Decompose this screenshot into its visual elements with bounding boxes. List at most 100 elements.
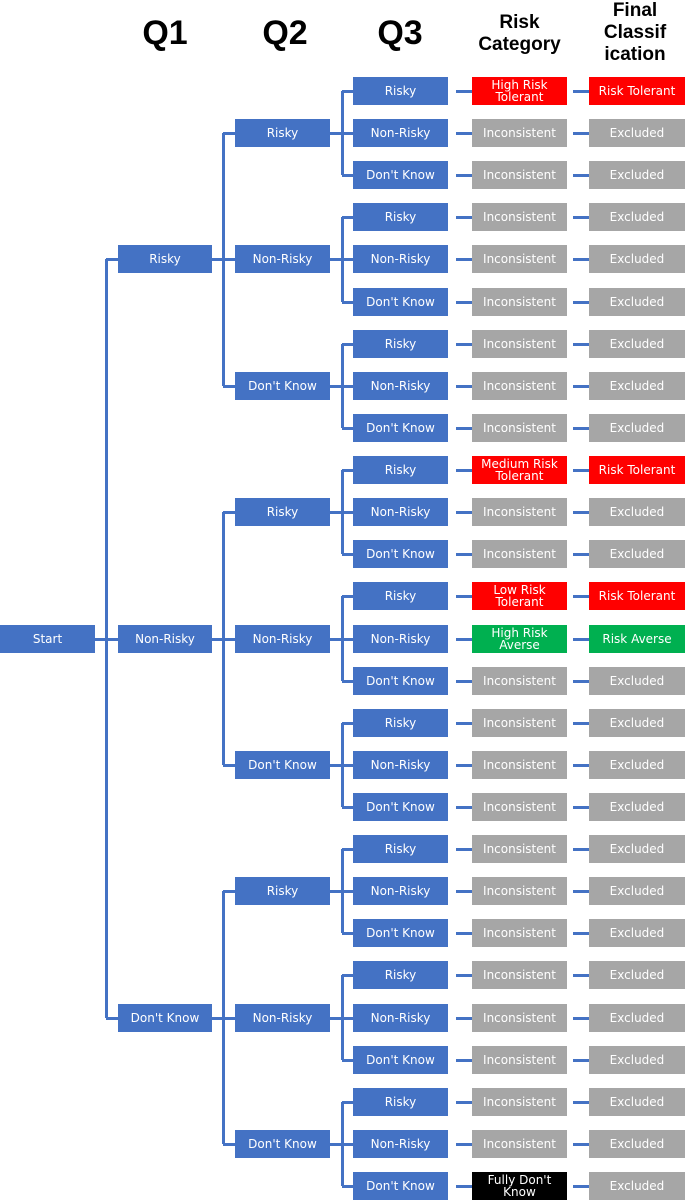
q3-risk-connector (456, 637, 472, 641)
q2-node-risky: Risky (235, 877, 330, 906)
q3-branch-connector (342, 174, 353, 178)
q3-branch-connector (342, 932, 353, 936)
q3-branch-connector (342, 132, 353, 136)
q3-risk-connector (456, 1100, 472, 1104)
risk-final-connector (573, 258, 589, 262)
q3-branch-connector (342, 890, 353, 894)
risk-category-inconsistent: Inconsistent (472, 750, 567, 779)
risk-category-inconsistent: Inconsistent (472, 961, 567, 990)
q3-risk-connector (456, 258, 472, 262)
q3-branch-connector (342, 258, 353, 262)
risk-final-connector (573, 637, 589, 641)
risk-category-inconsistent: Inconsistent (472, 161, 567, 190)
q3-risk-connector (456, 1058, 472, 1062)
q3-risk-connector (456, 342, 472, 346)
q3-branch-connector (342, 216, 353, 220)
q3-branch-connector (342, 763, 353, 767)
risk-final-connector (573, 174, 589, 178)
final-classification-excluded: Excluded (589, 1129, 685, 1158)
risk-category-medium-risk-tolerant: Medium Risk Tolerant (472, 456, 567, 485)
final-classification-excluded: Excluded (589, 835, 685, 864)
q2-branch-connector (223, 258, 235, 262)
q2-node-non-risky: Non-Risky (235, 624, 330, 653)
q2-node-risky: Risky (235, 498, 330, 527)
q2-branch-connector (223, 1016, 235, 1020)
risk-final-connector (573, 426, 589, 430)
q2-node-risky: Risky (235, 119, 330, 148)
q3-risk-connector (456, 721, 472, 725)
q3-risk-connector (456, 1185, 472, 1188)
q3-risk-connector (456, 553, 472, 557)
q3-node-risky: Risky (353, 456, 448, 485)
final-classification-excluded: Excluded (589, 1087, 685, 1116)
q3-branch-connector (342, 721, 353, 725)
final-classification-risk-tolerant: Risk Tolerant (589, 77, 685, 105)
risk-category-inconsistent: Inconsistent (472, 413, 567, 442)
risk-final-connector (573, 90, 589, 93)
q3-risk-connector (456, 679, 472, 683)
risk-category-high-risk-tolerant: High Risk Tolerant (472, 77, 567, 105)
q3-branch-connector (342, 384, 353, 388)
q2-node-non-risky: Non-Risky (235, 1003, 330, 1032)
risk-category-inconsistent: Inconsistent (472, 245, 567, 274)
q3-branch-connector (342, 637, 353, 641)
q3-branch-connector (342, 90, 353, 93)
q3-branch-connector (342, 805, 353, 809)
final-classification-excluded: Excluded (589, 329, 685, 358)
q3-risk-connector (456, 805, 472, 809)
q2-branch-connector (223, 384, 235, 388)
q3-branch-connector (342, 1142, 353, 1146)
q3-risk-connector (456, 1016, 472, 1020)
q2-branch-connector (223, 637, 235, 641)
final-classification-excluded: Excluded (589, 1172, 685, 1200)
q1-branch-connector (106, 1016, 118, 1020)
q3-risk-connector (456, 426, 472, 430)
final-classification-excluded: Excluded (589, 413, 685, 442)
q2-branch-connector (223, 763, 235, 767)
q3-risk-connector (456, 90, 472, 93)
q1-node-don-t-know: Don't Know (118, 1003, 212, 1032)
q3-node-don-t-know: Don't Know (353, 1045, 448, 1074)
q3-node-don-t-know: Don't Know (353, 919, 448, 948)
risk-final-connector (573, 1100, 589, 1104)
q3-node-don-t-know: Don't Know (353, 540, 448, 569)
q3-node-non-risky: Non-Risky (353, 877, 448, 906)
q2-branch-connector (223, 511, 235, 515)
q1-branch-connector (106, 258, 118, 262)
q3-node-risky: Risky (353, 961, 448, 990)
q3-node-don-t-know: Don't Know (353, 287, 448, 316)
q1-node-non-risky: Non-Risky (118, 624, 212, 653)
q3-node-don-t-know: Don't Know (353, 792, 448, 821)
risk-category-inconsistent: Inconsistent (472, 1003, 567, 1032)
risk-category-low-risk-tolerant: Low Risk Tolerant (472, 582, 567, 611)
q3-node-non-risky: Non-Risky (353, 498, 448, 527)
risk-category-inconsistent: Inconsistent (472, 498, 567, 527)
risk-final-connector (573, 469, 589, 473)
risk-category-inconsistent: Inconsistent (472, 1129, 567, 1158)
q3-node-don-t-know: Don't Know (353, 413, 448, 442)
q3-node-non-risky: Non-Risky (353, 750, 448, 779)
final-classification-excluded: Excluded (589, 877, 685, 906)
risk-final-connector (573, 1142, 589, 1146)
decision-tree: Start Risky Risky Risky High Risk Tolerant Ri… (0, 0, 685, 1201)
q3-node-risky: Risky (353, 708, 448, 737)
final-classification-excluded: Excluded (589, 540, 685, 569)
q3-branch-connector (342, 1185, 353, 1188)
final-classification-risk-averse: Risk Averse (589, 624, 685, 653)
risk-final-connector (573, 763, 589, 767)
final-classification-excluded: Excluded (589, 666, 685, 695)
risk-final-connector (573, 1185, 589, 1188)
q3-node-non-risky: Non-Risky (353, 119, 448, 148)
q1-node-risky: Risky (118, 245, 212, 274)
final-classification-excluded: Excluded (589, 245, 685, 274)
risk-final-connector (573, 1016, 589, 1020)
risk-category-inconsistent: Inconsistent (472, 708, 567, 737)
q2-node-non-risky: Non-Risky (235, 245, 330, 274)
risk-final-connector (573, 932, 589, 936)
final-classification-excluded: Excluded (589, 1045, 685, 1074)
risk-category-inconsistent: Inconsistent (472, 287, 567, 316)
final-classification-excluded: Excluded (589, 371, 685, 400)
risk-final-connector (573, 848, 589, 852)
q3-node-risky: Risky (353, 77, 448, 105)
q3-risk-connector (456, 300, 472, 304)
